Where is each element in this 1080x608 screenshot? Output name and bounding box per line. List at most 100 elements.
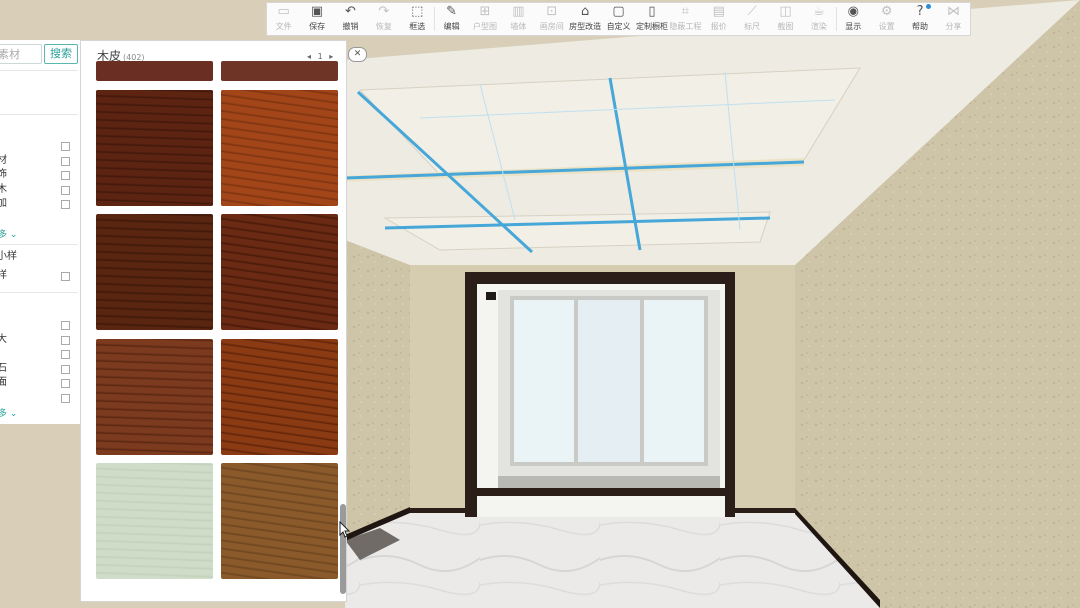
filter-checkbox[interactable]	[61, 156, 70, 166]
toolbar-save-button[interactable]: ▣ 保存	[300, 3, 333, 35]
prev-page-button[interactable]: ◂	[307, 52, 311, 61]
material-swatch[interactable]	[221, 339, 338, 455]
pagination: ◂ 1 ▸	[305, 52, 335, 61]
material-swatch[interactable]	[221, 463, 338, 579]
toolbar-render-button[interactable]: ☕ 渲染	[802, 3, 835, 35]
material-swatch[interactable]	[96, 214, 213, 330]
screenshot-icon: ◫	[779, 4, 792, 19]
filter-checkbox[interactable]	[61, 379, 70, 388]
material-swatch[interactable]	[221, 61, 338, 81]
toolbar-screenshot-button[interactable]: ◫ 截图	[769, 3, 802, 35]
filter-checkbox[interactable]	[61, 171, 70, 180]
file-icon: ▭	[277, 4, 290, 19]
edit-icon: ✎	[446, 4, 458, 19]
close-panel-button[interactable]: ✕	[348, 47, 367, 62]
filter-panel: 素材 搜索 材饰木加 多 ⌄ 小样 样 大石面 多 ⌄	[0, 40, 81, 424]
toolbar-quote-button[interactable]: ▤ 报价	[702, 3, 735, 35]
toolbar-cabinet-button[interactable]: ▯ 定制橱柜	[635, 3, 668, 35]
toolbar-label: 墙体	[510, 22, 527, 31]
material-swatch[interactable]	[221, 90, 338, 206]
toolbar-file-button[interactable]: ▭ 文件	[267, 3, 300, 35]
filter-option[interactable]: 大	[0, 334, 72, 346]
cabinet-icon: ▯	[648, 4, 656, 19]
filter-option[interactable]: 面	[0, 377, 72, 389]
search-input[interactable]: 素材	[0, 44, 42, 64]
toolbar-label: 画房间	[539, 22, 564, 31]
custom-icon: ▢	[612, 4, 625, 19]
filter-option[interactable]	[0, 392, 72, 404]
toolbar-label: 分享	[945, 22, 962, 31]
expand-more-link[interactable]: 多 ⌄	[0, 406, 17, 419]
material-swatch[interactable]	[221, 214, 338, 330]
ruler-icon: ⟋	[747, 4, 757, 19]
filter-checkbox[interactable]	[61, 142, 70, 151]
next-page-button[interactable]: ▸	[329, 52, 333, 61]
toolbar-label: 房型改造	[569, 22, 602, 31]
toolbar-hidden-works-button[interactable]: ⌗ 隐蔽工程	[669, 3, 702, 35]
toolbar-label: 保存	[309, 22, 326, 31]
filter-checkbox[interactable]	[61, 350, 70, 359]
toolbar-room-remodel-button[interactable]: ⌂ 房型改造	[568, 3, 601, 35]
filter-option[interactable]	[0, 319, 72, 331]
toolbar-wall-button[interactable]: ▥ 墙体	[502, 3, 535, 35]
filter-option-label: 加	[0, 198, 7, 209]
help-icon: ?	[911, 4, 932, 21]
toolbar-box-select-button[interactable]: ⬚ 框选	[401, 3, 434, 35]
filter-checkbox[interactable]	[61, 321, 70, 330]
toolbar-label: 报价	[710, 22, 727, 31]
toolbar-label: 撤销	[342, 22, 359, 31]
toolbar-label: 户型图	[473, 22, 497, 31]
filter-option[interactable]: 样	[0, 270, 72, 282]
filter-option-label: 面	[0, 377, 7, 388]
material-swatch[interactable]	[96, 463, 213, 579]
filter-checkbox[interactable]	[61, 364, 70, 374]
filter-option[interactable]	[0, 348, 72, 360]
toolbar-help-button[interactable]: ? 帮助	[903, 3, 936, 35]
share-icon: ⋈	[946, 4, 960, 19]
redo-icon: ↷	[378, 4, 390, 19]
filter-option[interactable]: 材	[0, 155, 72, 167]
toolbar-undo-button[interactable]: ↶ 撤销	[334, 3, 367, 35]
filter-group-title: 小样	[0, 251, 17, 262]
filter-checkbox[interactable]	[61, 272, 70, 281]
filter-option-label: 石	[0, 362, 7, 374]
toolbar-edit-button[interactable]: ✎ 编辑	[435, 3, 468, 35]
toolbar-label: 帮助	[912, 22, 929, 31]
toolbar-draw-room-button[interactable]: ⊡ 画房间	[535, 3, 568, 35]
filter-checkbox[interactable]	[61, 200, 70, 209]
toolbar-eye-button[interactable]: ◉ 显示	[837, 3, 870, 35]
toolbar-label: 定制橱柜	[635, 22, 668, 31]
expand-more-link[interactable]: 多 ⌄	[0, 227, 17, 240]
filter-checkbox[interactable]	[61, 393, 70, 403]
material-swatch[interactable]	[96, 90, 213, 206]
toolbar-custom-button[interactable]: ▢ 自定义	[602, 3, 635, 35]
page-number: 1	[317, 52, 323, 61]
filter-option-label: 木	[0, 183, 7, 195]
toolbar-label: 标尺	[744, 22, 761, 31]
material-swatch[interactable]	[96, 61, 213, 81]
toolbar-label: 框选	[409, 22, 426, 31]
filter-option-label: 大	[0, 333, 7, 345]
filter-checkbox[interactable]	[61, 185, 70, 195]
filter-option[interactable]: 饰	[0, 169, 72, 181]
filter-option[interactable]	[0, 140, 72, 152]
filter-option[interactable]: 石	[0, 363, 72, 375]
toolbar-ruler-button[interactable]: ⟋ 标尺	[735, 3, 768, 35]
toolbar-gear-button[interactable]: ⚙ 设置	[870, 3, 903, 35]
floorplan-icon: ⊞	[479, 4, 491, 19]
material-swatch[interactable]	[96, 339, 213, 455]
hidden-works-icon: ⌗	[681, 4, 689, 19]
toolbar-floorplan-button[interactable]: ⊞ 户型图	[468, 3, 501, 35]
toolbar-redo-button[interactable]: ↷ 恢复	[367, 3, 400, 35]
toolbar-share-button[interactable]: ⋈ 分享	[937, 3, 970, 35]
filter-option[interactable]: 加	[0, 198, 72, 210]
filter-checkbox[interactable]	[61, 335, 70, 345]
scrollbar-thumb[interactable]	[340, 504, 346, 594]
material-panel: 木皮 (402) ◂ 1 ▸	[80, 40, 347, 602]
search-button[interactable]: 搜索	[44, 44, 78, 64]
gear-icon: ⚙	[880, 4, 893, 19]
mouse-cursor-icon	[339, 521, 351, 538]
toolbar-label: 截图	[777, 22, 794, 31]
wall-icon: ▥	[512, 4, 525, 19]
filter-option[interactable]: 木	[0, 184, 72, 196]
